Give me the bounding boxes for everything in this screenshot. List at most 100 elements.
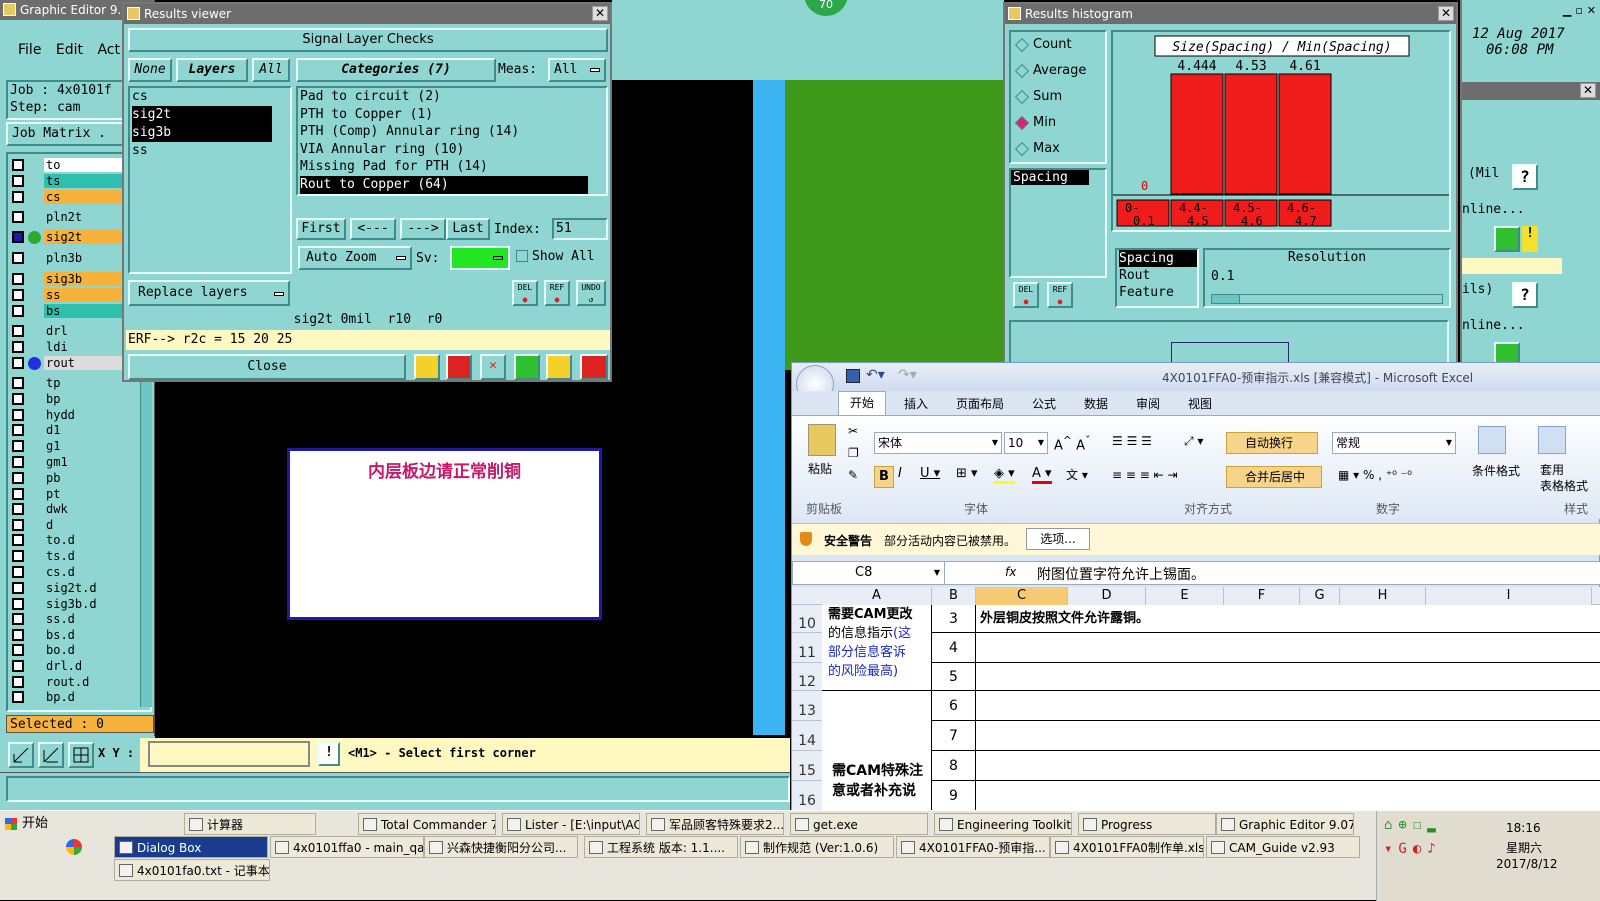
cell-c-row[interactable]	[976, 751, 1600, 781]
layer-row-bs[interactable]: bs	[12, 304, 124, 318]
meas-select[interactable]: All	[548, 58, 606, 82]
layer-checkbox[interactable]	[12, 159, 24, 171]
option-count[interactable]: Count	[1011, 32, 1105, 58]
sv-select[interactable]	[450, 246, 510, 270]
report-tool-icon[interactable]	[546, 354, 572, 380]
check-category-item[interactable]: Rout to Copper (64)	[300, 175, 588, 194]
layer-name[interactable]: gm1	[44, 455, 124, 469]
fx-icon[interactable]: fx	[1005, 565, 1016, 579]
layer-checkbox[interactable]	[12, 252, 24, 264]
bold-button[interactable]: B	[874, 466, 894, 488]
check-category-item[interactable]: Missing Pad for PTH (14)	[300, 158, 606, 176]
undo-icon[interactable]: UNDO ↺	[576, 280, 606, 306]
auto-zoom-select[interactable]: Auto Zoom	[298, 246, 412, 270]
number-format-select[interactable]: 常规 ▼	[1332, 432, 1456, 454]
taskbar-item[interactable]: 4X0101FFA0-预审指...	[896, 836, 1050, 858]
column-header-G[interactable]: G	[1300, 587, 1340, 605]
feature-item[interactable]: Feature	[1119, 284, 1197, 301]
layer-checkbox[interactable]	[12, 519, 24, 531]
font-name-select[interactable]: 宋体 ▼	[874, 432, 1002, 454]
check-category-item[interactable]: Pad to circuit (2)	[300, 88, 606, 106]
layer-name[interactable]: dwk	[44, 502, 124, 516]
layer-name[interactable]: g1	[44, 439, 124, 453]
tray-icons[interactable]: ⌂⊕☐▂	[1384, 817, 1484, 833]
layer-name[interactable]: bp	[44, 392, 124, 406]
menu-edit[interactable]: Edit	[56, 42, 83, 58]
layer-row-pb[interactable]: pb	[12, 471, 124, 485]
taskbar-item[interactable]: 4X0101FFA0制作单.xls ...	[1050, 836, 1204, 858]
align-left-icon[interactable]: ≡ ≡ ≡ ⇤ ⇥	[1112, 468, 1178, 482]
cell-c-row[interactable]	[976, 781, 1600, 811]
taskbar-item[interactable]: get.exe	[790, 813, 928, 835]
row-header-14[interactable]: 14	[792, 721, 822, 751]
layer-row-hydd[interactable]: hydd	[12, 408, 124, 422]
layer-checkbox[interactable]	[12, 676, 24, 688]
check-category-item[interactable]: VIA Annular ring (10)	[300, 141, 606, 159]
layer-name[interactable]: cs.d	[44, 565, 124, 579]
layer-checkbox[interactable]	[12, 488, 24, 500]
cell-b[interactable]: 3	[932, 605, 976, 633]
menu-actions[interactable]: Act	[97, 42, 120, 58]
layer-row-gm1[interactable]: gm1	[12, 455, 124, 469]
spacing-item[interactable]: Spacing	[1011, 170, 1089, 185]
taskbar-item[interactable]: 4x0101ffa0 - main_qa	[270, 836, 424, 858]
column-header-D[interactable]: D	[1068, 587, 1146, 605]
layer-checkbox[interactable]	[12, 534, 24, 546]
rout-item[interactable]: Rout	[1119, 267, 1197, 284]
border-icon[interactable]: ⊞ ▾	[956, 466, 978, 481]
results-viewer-titlebar[interactable]: Results viewer ✕	[124, 4, 610, 24]
layer-row-bo-d[interactable]: bo.d	[12, 643, 124, 657]
conditional-format-label[interactable]: 条件格式	[1472, 462, 1520, 479]
options-button[interactable]: 选项...	[1026, 528, 1090, 550]
tab-review[interactable]: 审阅	[1136, 395, 1160, 412]
prev-button[interactable]: <---	[350, 218, 396, 240]
row-header-13[interactable]: 13	[792, 691, 822, 721]
layer-row-sig3b[interactable]: sig3b	[132, 124, 272, 142]
cell-c-row[interactable]: 外层铜皮按照文件允许露铜。	[976, 605, 1600, 633]
layer-name[interactable]: to	[44, 158, 124, 172]
layer-row-bs-d[interactable]: bs.d	[12, 628, 124, 642]
column-header-B[interactable]: B	[932, 587, 976, 605]
layer-name[interactable]: bs.d	[44, 628, 124, 642]
help-button-1[interactable]: ?	[1512, 164, 1538, 190]
layer-name[interactable]: to.d	[44, 533, 124, 547]
close-icon[interactable]: ✕	[1438, 6, 1454, 21]
tab-page-layout[interactable]: 页面布局	[956, 395, 1004, 412]
layer-name[interactable]: sig2t.d	[44, 581, 124, 595]
excel-titlebar[interactable]: ↶▾ ↷▾ 4X0101FFA0-预审指示.xls [兼容模式] - Micro…	[792, 363, 1600, 403]
wrap-text-button[interactable]: 自动换行	[1226, 432, 1318, 454]
layer-row-d1[interactable]: d1	[12, 423, 124, 437]
redo-icon[interactable]: ↷▾	[898, 367, 917, 383]
layer-checkbox[interactable]	[12, 211, 24, 223]
cell-b[interactable]: 9	[932, 781, 976, 811]
cell-c-row[interactable]	[976, 663, 1600, 691]
paste-icon[interactable]	[808, 424, 836, 456]
layer-checkbox[interactable]	[12, 393, 24, 405]
option-max[interactable]: Max	[1011, 136, 1105, 162]
layer-name[interactable]: sig2t	[44, 230, 124, 244]
underline-button[interactable]: U ▾	[920, 466, 940, 481]
menu-file[interactable]: File	[18, 42, 41, 58]
column-header-I[interactable]: I	[1426, 587, 1592, 605]
taskbar-item[interactable]: 计算器	[184, 813, 316, 835]
layer-name[interactable]: bs	[44, 304, 124, 318]
layer-row-pln2t[interactable]: pln2t	[12, 210, 124, 224]
taskbar-item[interactable]: Dialog Box	[114, 836, 268, 858]
layer-filter-list[interactable]: cs sig2t sig3b ss	[128, 86, 292, 274]
first-button[interactable]: First	[296, 218, 346, 240]
layer-name[interactable]: tp	[44, 376, 124, 390]
highlight-tool-icon[interactable]	[446, 354, 472, 380]
option-sum[interactable]: Sum	[1011, 84, 1105, 110]
layer-checkbox[interactable]	[12, 550, 24, 562]
layer-row-pln3b[interactable]: pln3b	[12, 251, 124, 265]
spacing-item-2[interactable]: Spacing	[1119, 250, 1197, 267]
format-as-table-label[interactable]: 套用 表格格式	[1540, 462, 1588, 494]
column-header-F[interactable]: F	[1224, 587, 1300, 605]
layer-name[interactable]: ts	[44, 174, 124, 188]
currency-icon[interactable]: ▦ ▾ % , ⁺⁰ ⁻⁰	[1338, 468, 1412, 482]
layer-row-tp[interactable]: tp	[12, 376, 124, 390]
layer-name[interactable]: sig3b	[44, 272, 124, 286]
layer-checkbox[interactable]	[12, 325, 24, 337]
layer-name[interactable]: hydd	[44, 408, 124, 422]
layer-row-sig2t[interactable]: sig2t	[12, 230, 124, 244]
